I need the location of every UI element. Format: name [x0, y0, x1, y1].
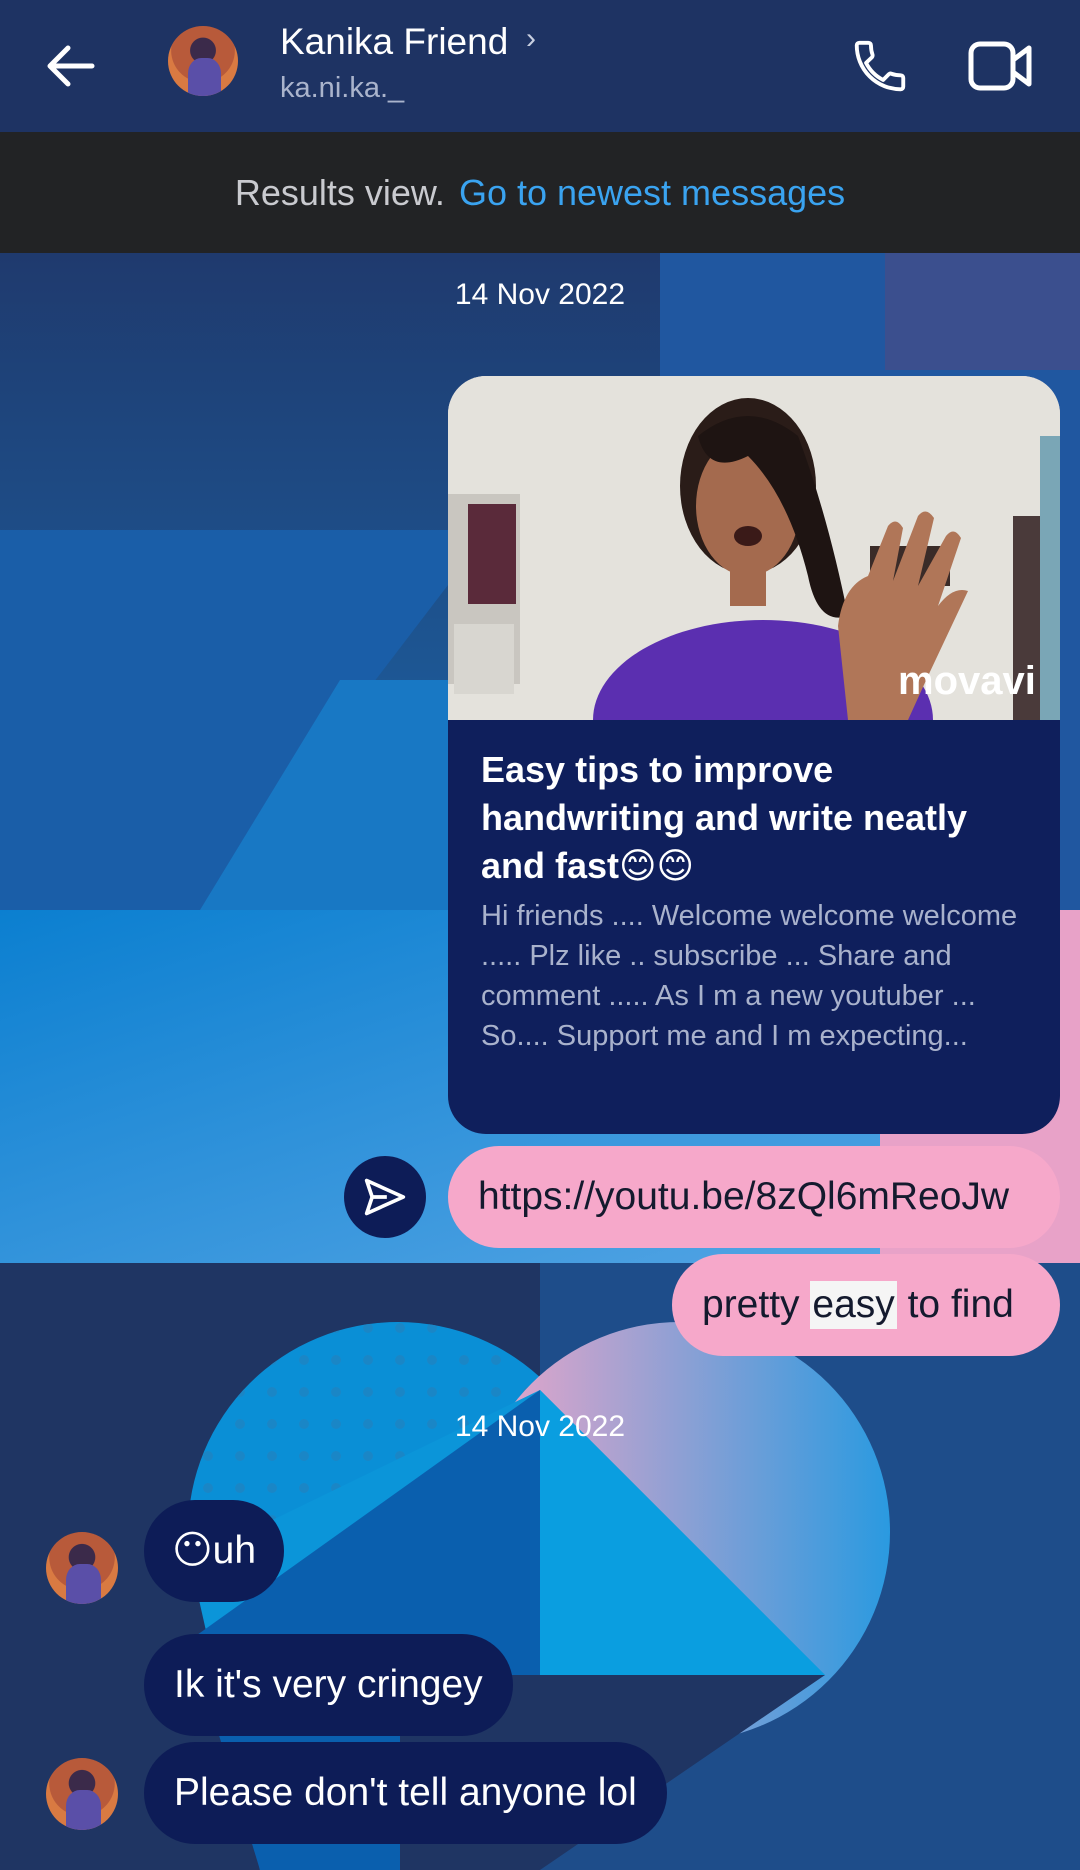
- link-text[interactable]: https://youtu.be/8zQl6mReoJw: [478, 1173, 1009, 1221]
- date-separator: 14 Nov 2022: [454, 1410, 626, 1443]
- search-highlight: easy: [810, 1281, 897, 1329]
- contact-username[interactable]: ka.ni.ka._: [280, 70, 404, 106]
- received-message[interactable]: Ik it's very cringey: [144, 1634, 513, 1736]
- sent-message[interactable]: pretty easy to find: [672, 1254, 1060, 1356]
- sender-avatar[interactable]: [46, 1532, 118, 1604]
- message-text-after: to find: [896, 1283, 1014, 1326]
- chat-header: Kanika Friend › ka.ni.ka._: [0, 0, 1080, 132]
- share-button[interactable]: [344, 1156, 426, 1238]
- chevron-right-icon[interactable]: ›: [526, 22, 536, 56]
- phone-icon[interactable]: [840, 26, 920, 106]
- arrow-left-icon[interactable]: [30, 26, 110, 106]
- date-separator: 14 Nov 2022: [454, 278, 626, 311]
- card-description: Hi friends .... Welcome welcome welcome …: [481, 900, 1018, 1052]
- video-thumbnail[interactable]: movavi: [448, 376, 1060, 720]
- go-to-newest-link[interactable]: Go to newest messages: [459, 172, 845, 214]
- card-title: Easy tips to improve handwriting and wri…: [481, 749, 968, 886]
- video-camera-icon[interactable]: [960, 26, 1040, 106]
- results-view-label: Results view.: [234, 171, 445, 213]
- shared-video-card[interactable]: movavi Easy tips to improve handwriting …: [448, 376, 1060, 1134]
- contact-avatar[interactable]: [168, 26, 238, 96]
- message-text-before: pretty: [702, 1283, 811, 1326]
- results-view-banner: Results view. Go to newest messages: [0, 132, 1080, 253]
- sender-avatar[interactable]: [46, 1758, 118, 1830]
- received-message[interactable]: 😶uh: [144, 1500, 285, 1602]
- contact-name[interactable]: Kanika Friend: [280, 20, 508, 64]
- link-message[interactable]: https://youtu.be/8zQl6mReoJw: [448, 1146, 1060, 1248]
- movavi-watermark: movavi: [898, 659, 1036, 703]
- paper-plane-icon: [364, 1178, 406, 1216]
- received-message[interactable]: Please don't tell anyone lol: [144, 1742, 667, 1844]
